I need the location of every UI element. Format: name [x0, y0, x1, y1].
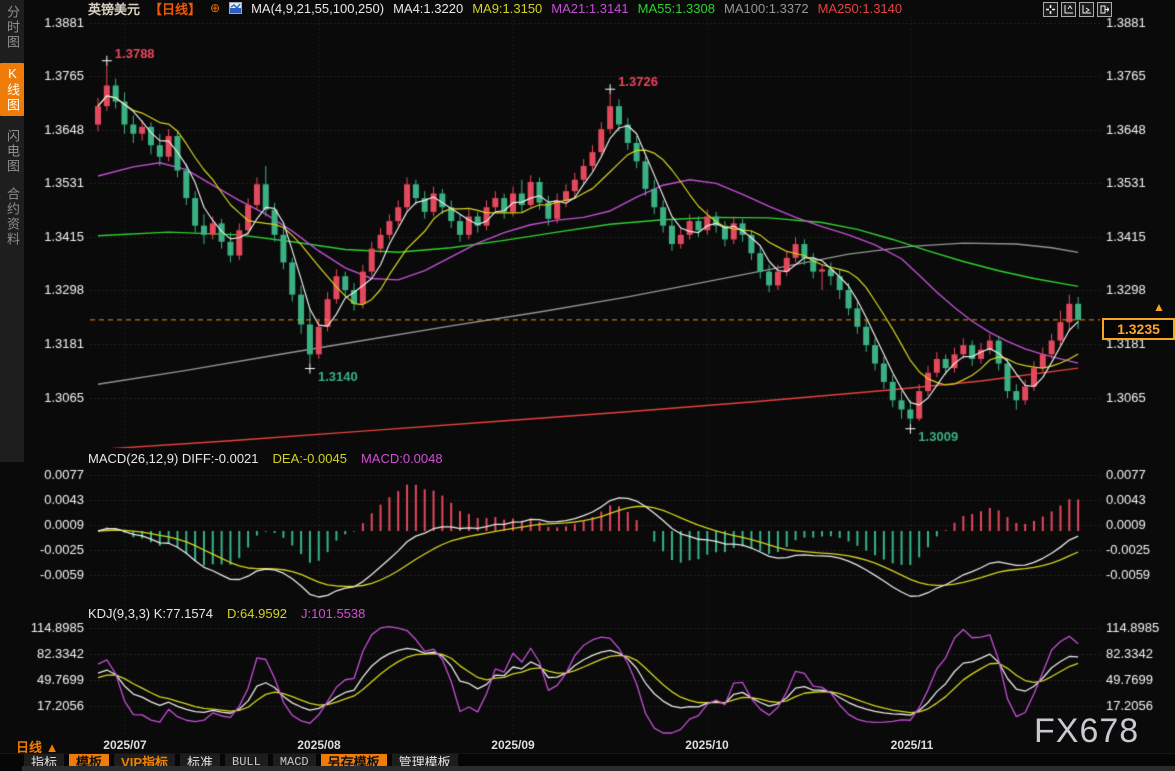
price-marker-arrow-icon: ▲ — [1153, 300, 1165, 314]
macd-dea-value: DEA:-0.0045 — [272, 451, 347, 466]
left-view-switcher: 分时图 K线图 闪电图 合约资料 — [0, 0, 24, 462]
sidebar-item-flash-chart[interactable]: 闪电图 — [0, 129, 24, 174]
macd-pane-header: MACD(26,12,9) DIFF:-0.0021 DEA:-0.0045 M… — [88, 451, 443, 466]
chart-toolbar — [1043, 2, 1112, 17]
kdj-d-value: D:64.9592 — [227, 606, 288, 621]
ma100-value: MA100:1.3372 — [723, 0, 809, 16]
detach-window-icon[interactable] — [1097, 2, 1112, 17]
trading-app-window: 分时图 K线图 闪电图 合约资料 英镑美元 【日线】 ⊕ MA(4,9,21,5… — [0, 0, 1175, 771]
fx678-watermark: FX678 — [1034, 712, 1140, 750]
kdj-pane-header: KDJ(9,3,3) K:77.1574 D:64.9592 J:101.553… — [88, 606, 365, 621]
ma21-value: MA21:1.3141 — [551, 0, 629, 16]
ma-chart-icon[interactable] — [229, 2, 243, 14]
ma4-value: MA4:1.3220 — [393, 0, 464, 16]
crosshair-icon[interactable] — [1043, 2, 1058, 17]
candlestick-chart-canvas[interactable] — [0, 0, 1175, 771]
horizontal-scrollbar[interactable] — [22, 766, 1175, 771]
settings-circle-icon[interactable]: ⊕ — [210, 1, 220, 15]
x-axis-label: 2025/08 — [297, 738, 341, 752]
ma9-value: MA9:1.3150 — [472, 0, 543, 16]
sidebar-item-contract-info[interactable]: 合约资料 — [0, 187, 24, 247]
sidebar-item-time-chart[interactable]: 分时图 — [0, 5, 24, 50]
macd-bar-value: MACD:0.0048 — [360, 451, 443, 466]
period-tag: 【日线】 — [149, 1, 202, 17]
axis-expand-left-icon[interactable] — [1061, 2, 1076, 17]
x-axis-label: 2025/10 — [685, 738, 729, 752]
ma250-value: MA250:1.3140 — [817, 0, 903, 16]
macd-diff-value: MACD(26,12,9) DIFF:-0.0021 — [88, 451, 259, 466]
chart-header: 英镑美元 【日线】 ⊕ MA(4,9,21,55,100,250) MA4:1.… — [88, 0, 903, 17]
x-axis-label: 2025/11 — [890, 738, 934, 752]
axis-expand-right-icon[interactable] — [1079, 2, 1094, 17]
sidebar-item-kline-chart[interactable]: K线图 — [0, 63, 24, 116]
ma-group-label: MA(4,9,21,55,100,250) — [251, 0, 385, 16]
x-axis-label: 2025/09 — [491, 738, 535, 752]
kdj-j-value: J:101.5538 — [301, 606, 366, 621]
kdj-k-value: KDJ(9,3,3) K:77.1574 — [88, 606, 214, 621]
last-price-tag: 1.3235 — [1102, 318, 1175, 340]
ma55-value: MA55:1.3308 — [637, 0, 715, 16]
x-axis-label: 2025/07 — [103, 738, 147, 752]
symbol-name: 英镑美元 — [88, 1, 141, 17]
